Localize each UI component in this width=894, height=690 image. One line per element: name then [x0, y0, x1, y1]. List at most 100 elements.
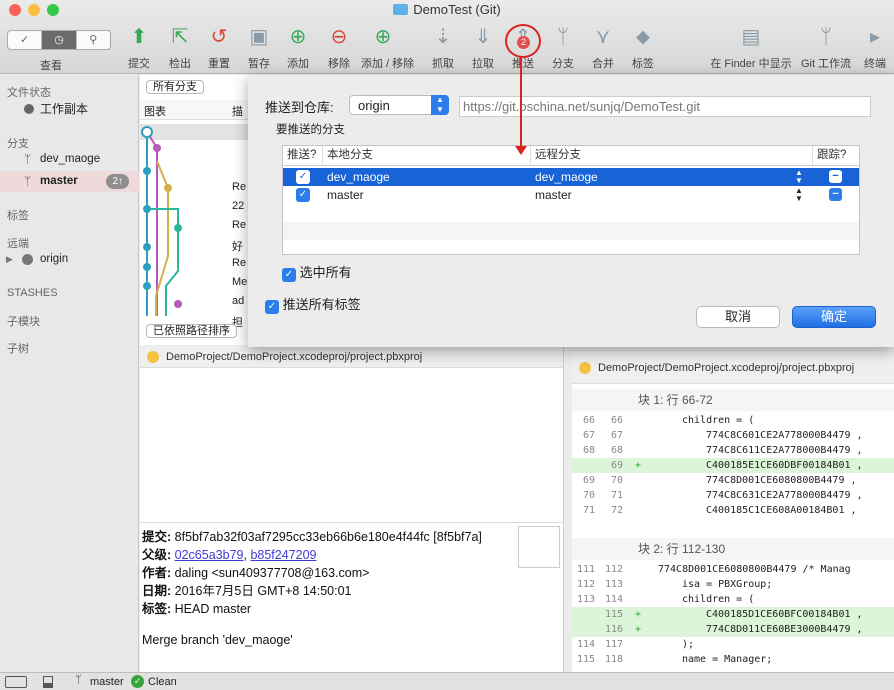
sidebar-item-branch-dev-maoge[interactable]: ᛘ dev_maoge — [0, 149, 139, 170]
toolbar-button-label: 提交 — [128, 58, 150, 70]
check-icon[interactable]: ✓ — [8, 31, 43, 49]
track-toggle[interactable]: − — [829, 188, 842, 201]
file-header[interactable]: DemoProject/DemoProject.xcodeproj/projec… — [572, 352, 894, 384]
file-header[interactable]: DemoProject/DemoProject.xcodeproj/projec… — [140, 346, 563, 368]
remote-branch-column-header[interactable]: 远程分支 — [531, 146, 813, 165]
clean-check-icon: ✓ — [131, 675, 144, 688]
sidebar-item-working-copy[interactable]: 工作副本 — [0, 99, 139, 120]
toolbar-button-label: 添加 — [287, 58, 309, 70]
folder-icon — [393, 4, 409, 15]
diff-line-added[interactable]: 115 + C400185D1CE60BFC00184B01 , — [572, 607, 894, 622]
sidebar-item-branch-master[interactable]: ᛘ master 2↑ — [0, 171, 139, 192]
push-checkbox[interactable]: ✓ — [296, 188, 310, 202]
sidebar-section-file-status[interactable]: 文件状态 — [7, 84, 51, 100]
commit-row-snippet[interactable]: 好 — [232, 238, 243, 254]
sort-order-select[interactable]: 已依照路径排序 — [146, 324, 237, 338]
toolbar-commit-button[interactable]: ⬆ 提交 — [117, 24, 161, 71]
remote-branch-cell[interactable]: master — [535, 186, 572, 204]
toolbar-stash-button[interactable]: ▣ 暂存 — [237, 24, 281, 71]
push-checkbox[interactable]: ✓ — [296, 170, 310, 184]
diff-line[interactable]: 113 114 children = ( — [572, 592, 894, 607]
push-dialog: 推送到仓库: origin ▲ ▼ https://git.oschina.net… — [248, 75, 894, 347]
diff-line[interactable]: 67 67 774C8C601CE2A778000B4479 , — [572, 428, 894, 443]
sidebar-section-stashes[interactable]: STASHES — [7, 287, 58, 299]
diff-line[interactable]: 70 71 774C8C631CE2A778000B4479 , — [572, 488, 894, 503]
diff-line-added[interactable]: 69 + C400185E1CE60DBF00184B01 , — [572, 458, 894, 473]
commit-hash[interactable]: 8f5bf7ab32f03af7295cc33eb66b6e180e4f44fc… — [175, 530, 482, 544]
remote-select[interactable]: origin ▲ ▼ — [349, 95, 449, 115]
sidebar-section-subtrees[interactable]: 子树 — [7, 340, 29, 356]
diff-line-text: 774C8D001CE6080800B4479 /* Manag — [658, 564, 851, 575]
toolbar-merge-button[interactable]: ⋎ 合并 — [581, 24, 625, 71]
remote-icon — [22, 254, 33, 265]
search-icon[interactable]: ⚲ — [77, 31, 110, 49]
diff-line[interactable]: 66 66 children = ( — [572, 413, 894, 428]
diff-line[interactable]: 68 68 774C8C611CE2A778000B4479 , — [572, 443, 894, 458]
branch-icon: ᛘ — [557, 26, 569, 48]
diff-line[interactable]: 111 112 774C8D001CE6080800B4479 /* Manag — [572, 562, 894, 577]
toolbar-remove-button[interactable]: ⊖ 移除 — [317, 24, 361, 71]
toolbar-button-label: 检出 — [169, 58, 191, 70]
commit-date-row: 日期: 2016年7月5日 GMT+8 14:50:01 — [142, 584, 352, 598]
new-line-number: 117 — [604, 639, 623, 650]
track-column-header[interactable]: 跟踪? — [813, 146, 859, 165]
sidebar-toggle-icon[interactable] — [5, 676, 27, 688]
old-line-number: 113 — [577, 594, 596, 605]
diff-line[interactable]: 114 117); — [572, 637, 894, 652]
toolbar-pull-button[interactable]: ⇓ 拉取 — [461, 24, 505, 71]
description-column-header[interactable]: 描 — [232, 103, 243, 119]
stepper-icon[interactable]: ▲ ▼ — [795, 187, 803, 203]
toolbar-checkout-button[interactable]: ⇱ 检出 — [158, 24, 202, 71]
commit-row-snippet[interactable]: Me — [232, 276, 247, 288]
new-line-number: 116 — [604, 624, 623, 635]
toolbar-reset-button[interactable]: ↺ 重置 — [197, 24, 241, 71]
disclosure-triangle-icon[interactable]: ▶ — [6, 249, 13, 270]
select-all-checkbox[interactable]: ✓ 选中所有 — [282, 262, 352, 282]
diff-line[interactable]: 115 118 name = Manager; — [572, 652, 894, 667]
sidebar-section-tags[interactable]: 标签 — [7, 207, 29, 223]
commit-row-snippet[interactable]: 22 — [232, 200, 244, 212]
table-row[interactable]: ✓ dev_maoge dev_maoge ▲ ▼ − — [283, 168, 859, 187]
toolbar-add-remove-button[interactable]: ⊕ 添加 / 移除 — [361, 24, 414, 71]
parent-link-1[interactable]: 02c65a3b79 — [175, 548, 244, 562]
push-all-tags-checkbox[interactable]: ✓ 推送所有标签 — [265, 294, 361, 314]
remote-branch-cell[interactable]: dev_maoge — [535, 168, 598, 187]
toolbar-tag-button[interactable]: ⬥ 标签 — [621, 24, 665, 71]
commit-row-snippet[interactable]: Re — [232, 219, 246, 231]
toolbar-branch-button[interactable]: ᛘ 分支 — [541, 24, 585, 71]
sidebar-item-remote-origin[interactable]: ▶ origin — [0, 249, 139, 270]
added-marker: + — [635, 624, 642, 635]
table-row[interactable]: ✓ master master ▲ ▼ − — [283, 186, 859, 204]
commit-row-snippet[interactable]: Re — [232, 181, 246, 193]
view-segmented-control[interactable]: ✓ ◷ ⚲ — [7, 30, 111, 50]
stepper-icon[interactable]: ▲ ▼ — [795, 169, 803, 185]
diff-line-added[interactable]: 116 +774C8D011CE60BE3000B4479 , — [572, 622, 894, 637]
branch-icon: ᛘ — [24, 174, 32, 188]
toolbar-fetch-button[interactable]: ⇣ 抓取 — [421, 24, 465, 71]
branch-filter-select[interactable]: 所有分支 — [146, 80, 204, 94]
local-branch-column-header[interactable]: 本地分支 — [323, 146, 531, 165]
diff-line[interactable]: 112 113 isa = PBXGroup; — [572, 577, 894, 592]
commit-message: Merge branch 'dev_maoge' — [142, 633, 293, 647]
commit-row-snippet[interactable]: Re — [232, 257, 246, 269]
toolbar-finder-button[interactable]: ▤ 在 Finder 中显示 — [706, 24, 796, 71]
clock-icon[interactable]: ◷ — [42, 31, 77, 49]
parent-link-2[interactable]: b85f247209 — [250, 548, 316, 562]
toolbar-add-button[interactable]: ⊕ 添加 — [276, 24, 320, 71]
diff-line[interactable]: 69 70 774C8D001CE6080800B4479 , — [572, 473, 894, 488]
file-path: DemoProject/DemoProject.xcodeproj/projec… — [598, 362, 855, 374]
toolbar-git-flow-button[interactable]: ᛘ Git 工作流 — [799, 24, 853, 71]
ok-button[interactable]: 确定 — [792, 306, 876, 328]
track-toggle[interactable]: − — [829, 170, 842, 183]
sidebar-item-label: 工作副本 — [40, 102, 89, 116]
push-column-header[interactable]: 推送? — [283, 146, 323, 165]
commit-row-snippet[interactable]: ad — [232, 295, 244, 307]
sidebar-section-submodules[interactable]: 子模块 — [7, 313, 40, 329]
graph-column-header[interactable]: 图表 — [144, 103, 166, 119]
toolbar-terminal-button[interactable]: ▸ 终端 — [858, 24, 892, 71]
modified-file-icon — [147, 351, 159, 363]
diff-line[interactable]: 71 72 C400185C1CE608A00184B01 , — [572, 503, 894, 518]
panel-toggle-icon[interactable] — [43, 676, 53, 688]
cancel-button[interactable]: 取消 — [696, 306, 780, 328]
hunk-header-1: 块 1: 行 66-72 — [572, 389, 894, 411]
